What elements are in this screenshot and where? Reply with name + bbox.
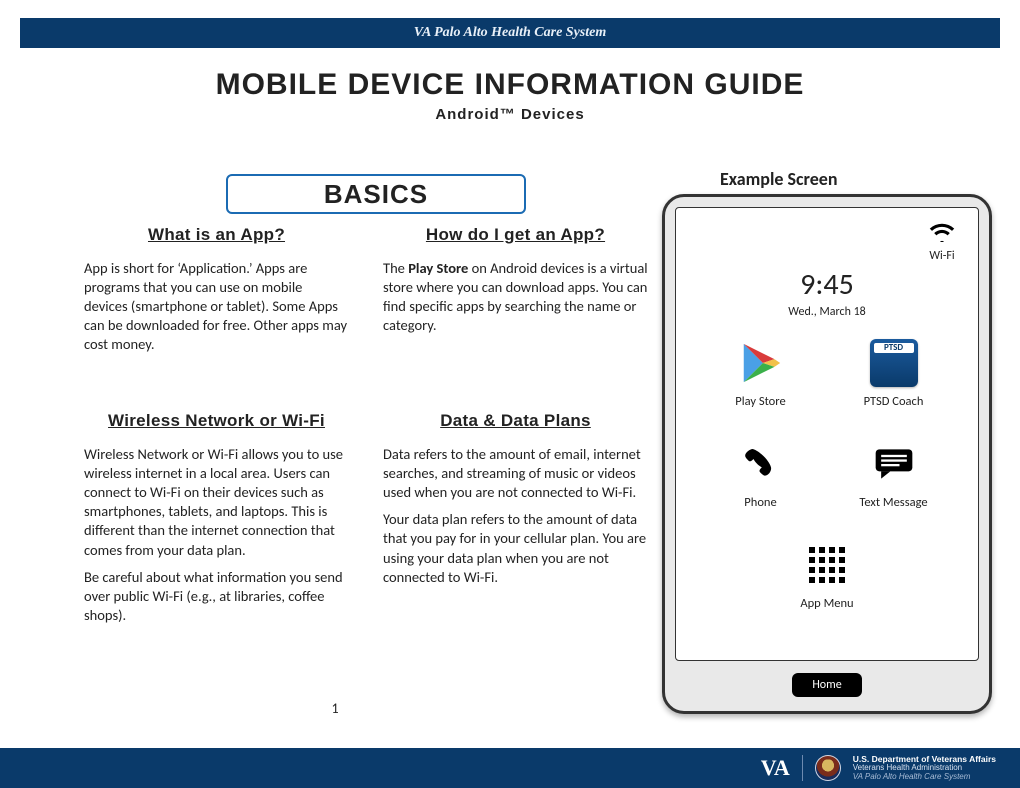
- phone-icon: [736, 439, 786, 489]
- app-playstore: Play Store: [706, 338, 816, 409]
- app-playstore-label: Play Store: [706, 394, 816, 409]
- va-seal-icon: [815, 755, 841, 781]
- heading-wifi: Wireless Network or Wi-Fi: [84, 410, 349, 433]
- footer-line3: VA Palo Alto Health Care System: [853, 773, 996, 782]
- date-value: Wed., March 18: [688, 305, 966, 319]
- playstore-icon: [736, 338, 786, 388]
- app-grid: Play Store PTSD Coach Phone: [676, 338, 978, 611]
- footer-text: U.S. Department of Veterans Affairs Vete…: [853, 755, 996, 782]
- footer-divider: [802, 755, 803, 781]
- body-what-is-app: App is short for ‘Application.’ Apps are…: [84, 259, 349, 355]
- app-text-label: Text Message: [839, 495, 949, 510]
- wifi-icon: [928, 222, 956, 247]
- time-value: 9:45: [688, 266, 966, 303]
- app-phone-label: Phone: [706, 495, 816, 510]
- wifi-label: Wi-Fi: [928, 249, 956, 263]
- example-screen-label: Example Screen: [720, 168, 838, 190]
- app-ptsd-label: PTSD Coach: [839, 394, 949, 409]
- basics-box: BASICS: [226, 174, 526, 214]
- heading-what-is-app: What is an App?: [84, 224, 349, 247]
- va-logo: VA: [761, 755, 790, 781]
- section-what-is-app: What is an App? App is short for ‘Applic…: [84, 224, 349, 363]
- content-row-2: Wireless Network or Wi-Fi Wireless Netwo…: [84, 410, 648, 633]
- phone-mockup: Wi-Fi 9:45 Wed., March 18 Pla: [662, 194, 992, 714]
- app-menu-icon: [802, 540, 852, 590]
- ptsd-icon: [869, 338, 919, 388]
- footer-bar: VA U.S. Department of Veterans Affairs V…: [0, 748, 1020, 788]
- body-wifi-p2: Be careful about what information you se…: [84, 568, 349, 625]
- phone-screen: Wi-Fi 9:45 Wed., March 18 Pla: [675, 207, 979, 661]
- home-button-label: Home: [812, 678, 841, 692]
- body-data-p2: Your data plan refers to the amount of d…: [383, 510, 648, 587]
- app-menu-label: App Menu: [694, 596, 960, 611]
- time-block: 9:45 Wed., March 18: [688, 266, 966, 319]
- page-subtitle: Android™ Devices: [0, 106, 1020, 123]
- body-data-p1: Data refers to the amount of email, inte…: [383, 445, 648, 502]
- page-number: 1: [0, 700, 670, 717]
- section-wifi: Wireless Network or Wi-Fi Wireless Netwo…: [84, 410, 349, 633]
- section-get-app: How do I get an App? The Play Store on A…: [383, 224, 648, 363]
- body-get-app: The Play Store on Android devices is a v…: [383, 259, 648, 336]
- heading-data: Data & Data Plans: [383, 410, 648, 433]
- heading-get-app: How do I get an App?: [383, 224, 648, 247]
- app-phone: Phone: [706, 439, 816, 510]
- wifi-indicator: Wi-Fi: [928, 222, 956, 263]
- content-row-1: What is an App? App is short for ‘Applic…: [84, 224, 648, 363]
- header-bar: VA Palo Alto Health Care System: [20, 18, 1000, 48]
- app-text: Text Message: [839, 439, 949, 510]
- home-button: Home: [792, 673, 862, 697]
- basics-label: BASICS: [324, 179, 428, 209]
- section-data: Data & Data Plans Data refers to the amo…: [383, 410, 648, 633]
- header-org: VA Palo Alto Health Care System: [414, 25, 607, 40]
- page-title: MOBILE DEVICE INFORMATION GUIDE: [0, 68, 1020, 102]
- body-wifi-p1: Wireless Network or Wi-Fi allows you to …: [84, 445, 349, 560]
- text-icon: [869, 439, 919, 489]
- app-menu: App Menu: [694, 540, 960, 611]
- app-ptsd: PTSD Coach: [839, 338, 949, 409]
